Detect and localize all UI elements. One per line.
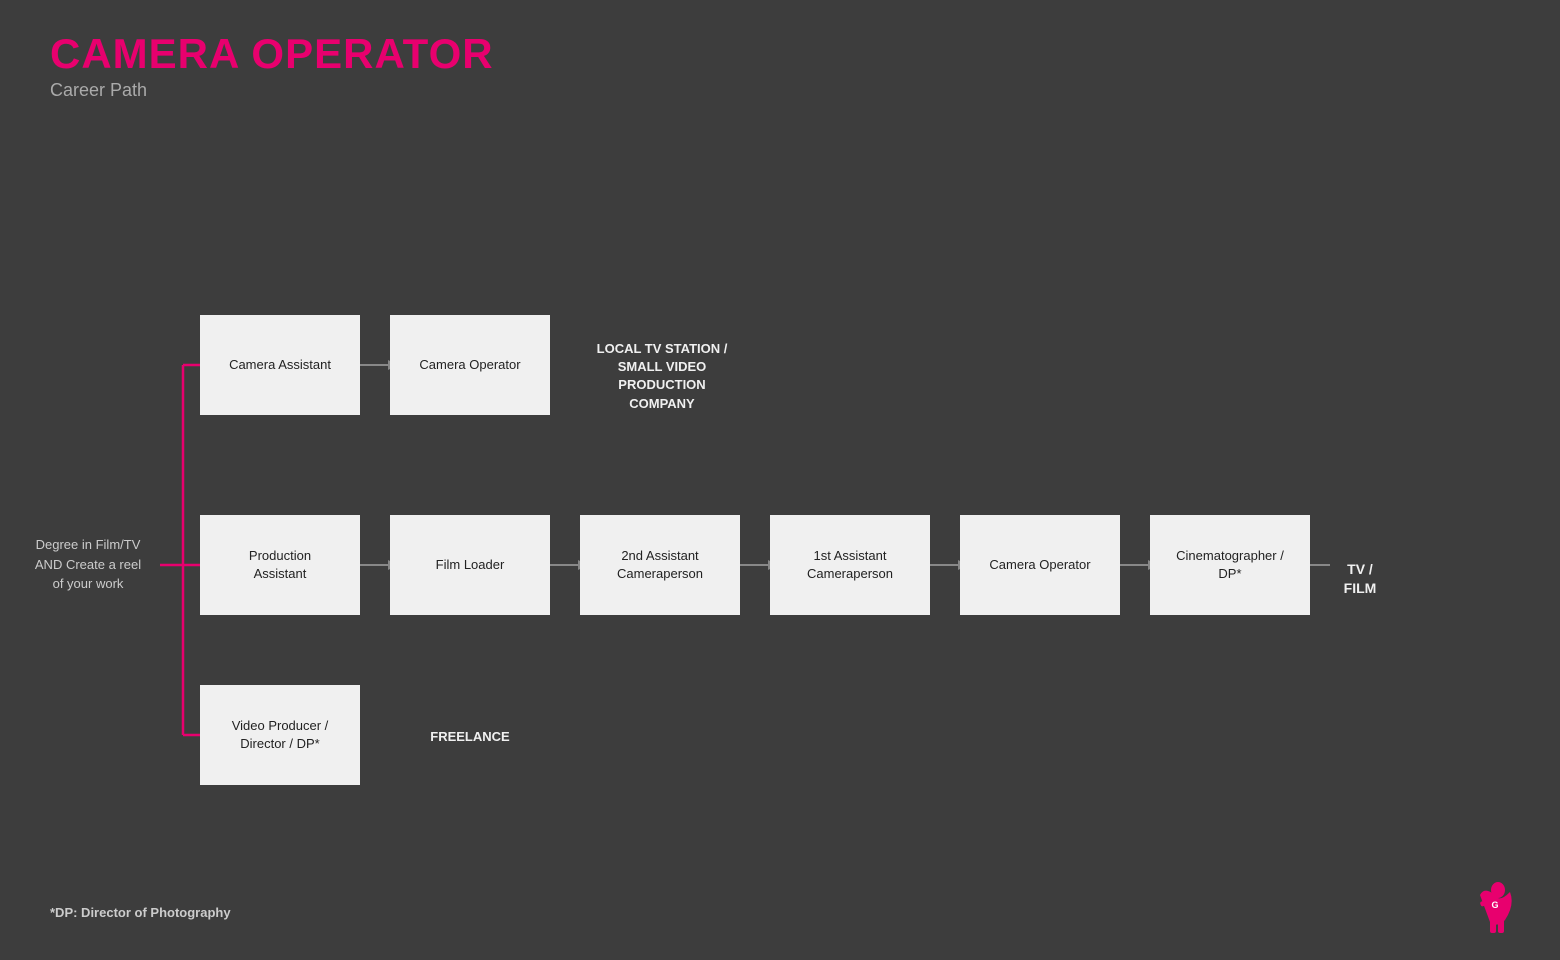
camera-assistant-box: Camera Assistant xyxy=(200,315,360,415)
cinematographer-box: Cinematographer / DP* xyxy=(1150,515,1310,615)
local-tv-label: LOCAL TV STATION / SMALL VIDEO PRODUCTIO… xyxy=(572,340,752,413)
camera-operator-top-box: Camera Operator xyxy=(390,315,550,415)
tv-film-label: TV / FILM xyxy=(1330,540,1390,599)
diagram-area: Degree in Film/TV AND Create a reel of y… xyxy=(0,130,1560,910)
camera-operator-mid-box: Camera Operator xyxy=(960,515,1120,615)
film-loader-box: Film Loader xyxy=(390,515,550,615)
page-title: CAMERA OPERATOR xyxy=(50,30,1510,78)
freelance-label: FREELANCE xyxy=(390,728,550,746)
video-producer-box: Video Producer / Director / DP* xyxy=(200,685,360,785)
second-ac-box: 2nd Assistant Cameraperson xyxy=(580,515,740,615)
entry-label: Degree in Film/TV AND Create a reel of y… xyxy=(18,535,158,594)
svg-text:G: G xyxy=(1491,900,1498,910)
production-assistant-box: Production Assistant xyxy=(200,515,360,615)
page-subtitle: Career Path xyxy=(50,80,1510,101)
header: CAMERA OPERATOR Career Path xyxy=(0,0,1560,111)
logo: G xyxy=(1460,870,1530,940)
logo-svg: G xyxy=(1460,870,1530,940)
footnote: *DP: Director of Photography xyxy=(50,905,231,920)
first-ac-box: 1st Assistant Cameraperson xyxy=(770,515,930,615)
